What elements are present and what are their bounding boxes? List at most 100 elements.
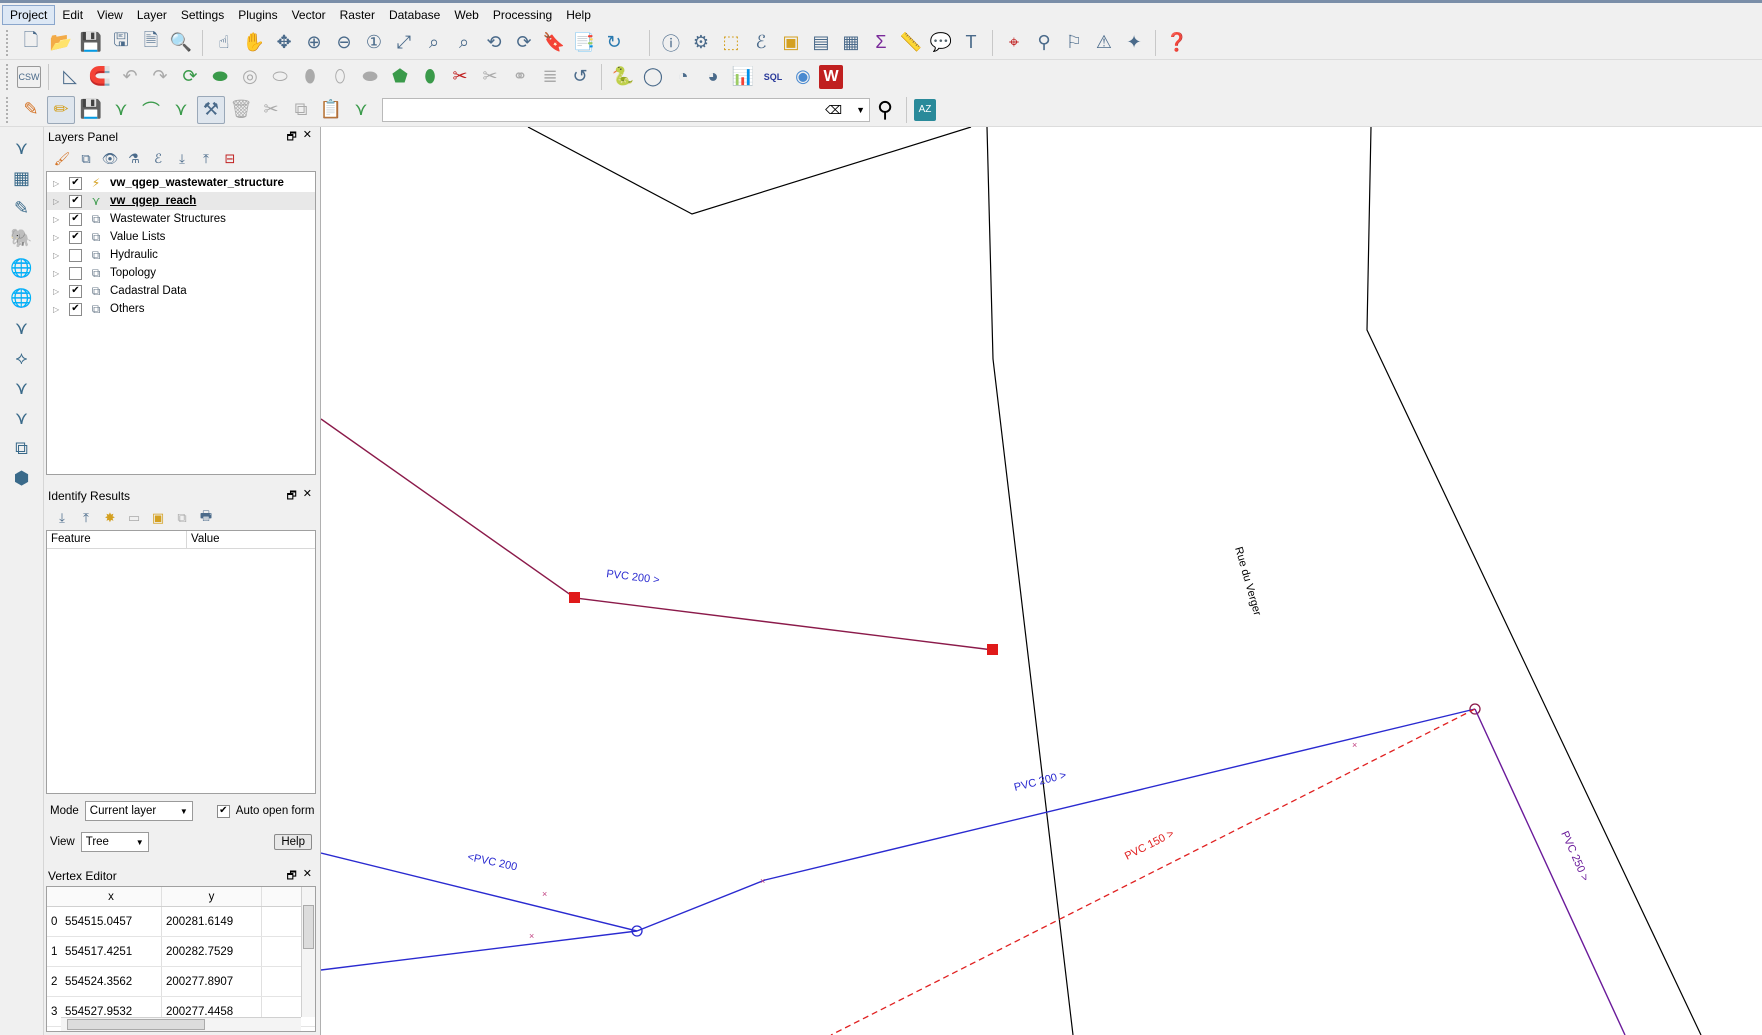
reach-line-dashed[interactable] <box>830 708 1476 1035</box>
show-statistical-summary-icon[interactable]: Σ <box>867 29 895 57</box>
print-icon[interactable]: 🖶 <box>196 508 216 528</box>
rotate-point-symbols-icon[interactable]: ↺ <box>566 63 594 91</box>
cadastral-parcel-line[interactable] <box>986 127 1074 1035</box>
identify-features-icon[interactable]: ⓘ <box>657 29 685 57</box>
menu-raster[interactable]: Raster <box>333 6 382 24</box>
expand-arrow-icon[interactable]: ▷ <box>53 287 65 296</box>
horizontal-scrollbar[interactable] <box>61 1017 301 1031</box>
clear-results-icon[interactable]: ▭ <box>124 508 144 528</box>
layer-item[interactable]: ▷ ✔ ⚡ vw_qgep_wastewater_structure <box>47 174 315 192</box>
add-group-icon[interactable]: ⧉ <box>76 149 96 169</box>
add-circular-string-icon[interactable]: ⌒ <box>137 96 165 124</box>
menu-settings[interactable]: Settings <box>174 6 231 24</box>
checkbox-icon[interactable] <box>69 248 82 262</box>
add-virtual-layer-icon[interactable]: ⧉ <box>6 434 38 462</box>
layer-styling-icon[interactable]: 🖌 <box>52 149 72 169</box>
search-combobox[interactable]: ⌫ ▼ <box>382 97 870 122</box>
reshape-features-icon[interactable]: ⬟ <box>386 63 414 91</box>
menu-edit[interactable]: Edit <box>55 6 90 24</box>
expand-arrow-icon[interactable]: ▷ <box>53 269 65 278</box>
search-icon[interactable]: ⚲ <box>871 96 899 124</box>
add-feature-icon[interactable]: ⋎ <box>107 96 135 124</box>
remove-layer-icon[interactable]: ⊟ <box>220 149 240 169</box>
select-features-icon[interactable]: ⬚ <box>717 29 745 57</box>
add-wfs-layer-icon[interactable]: ⋎ <box>6 314 38 342</box>
rotate-feature-icon[interactable]: ⟳ <box>176 63 204 91</box>
split-features-icon[interactable]: ✂ <box>446 63 474 91</box>
layer-item[interactable]: ▷ ✔ ⋎ vw_qgep_reach <box>47 192 315 210</box>
auto-open-form-checkbox[interactable]: ✔ Auto open form <box>213 804 314 818</box>
snapping-options-icon[interactable]: ◺ <box>56 63 84 91</box>
expand-arrow-icon[interactable]: ▷ <box>53 251 65 260</box>
vertical-scrollbar[interactable] <box>301 887 315 1017</box>
toolbar-grip[interactable] <box>6 63 10 90</box>
delete-selected-icon[interactable]: 🗑 <box>227 96 255 124</box>
add-wms-layer-icon[interactable]: 🌐 <box>6 254 38 282</box>
layer-item[interactable]: ▷ ✔ ⧉ Value Lists <box>47 228 315 246</box>
globe-icon[interactable]: ◯ <box>639 63 667 91</box>
new-print-composer-icon[interactable]: 🗎 <box>137 29 165 57</box>
manage-visibility-icon[interactable]: 👁 <box>100 149 120 169</box>
new-bookmark-icon[interactable]: 🔖 <box>540 29 568 57</box>
save-as-icon[interactable]: 🖫 <box>107 29 135 57</box>
split-parts-icon[interactable]: ✂ <box>476 63 504 91</box>
float-panel-icon[interactable]: 🗗 <box>286 487 296 506</box>
column-header-x[interactable]: x <box>61 887 162 906</box>
table-row[interactable]: 1 554517.4251 200282.7529 <box>47 937 315 967</box>
zoom-full-icon[interactable]: ⤢ <box>390 29 418 57</box>
add-raster-layer-icon[interactable]: ▦ <box>6 164 38 192</box>
clear-search-icon[interactable]: ⌫ <box>825 103 842 117</box>
cell-y[interactable]: 200281.6149 <box>162 907 262 936</box>
wastewater-structure-node[interactable] <box>569 592 580 603</box>
paste-features-icon[interactable]: 📋 <box>317 96 345 124</box>
cell-x[interactable]: 554517.4251 <box>61 937 162 966</box>
zoom-in-icon[interactable]: ⊕ <box>300 29 328 57</box>
composer-manager-icon[interactable]: 🔍 <box>167 29 195 57</box>
expand-all-icon[interactable]: ⤓ <box>172 149 192 169</box>
checkbox-icon[interactable]: ✔ <box>69 176 82 190</box>
add-ring-icon[interactable]: ◎ <box>236 63 264 91</box>
chevron-down-icon[interactable]: ▼ <box>856 105 865 115</box>
float-panel-icon[interactable]: 🗗 <box>286 867 296 886</box>
network-icon[interactable]: ✦ <box>1120 29 1148 57</box>
profile-tool-icon[interactable]: 📊 <box>729 63 757 91</box>
checkbox-icon[interactable] <box>69 266 82 280</box>
add-wcs-layer-icon[interactable]: 🌐 <box>6 284 38 312</box>
copy-attributes-icon[interactable]: ⧉ <box>172 508 192 528</box>
wastewater-structure-node[interactable] <box>987 644 998 655</box>
add-vector-layer-icon[interactable]: ⋎ <box>6 134 38 162</box>
pan-to-selection-icon[interactable]: ✥ <box>270 29 298 57</box>
menu-help[interactable]: Help <box>559 6 598 24</box>
expand-arrow-icon[interactable]: ▷ <box>53 197 65 206</box>
time-manager-icon[interactable]: ◔ <box>669 63 697 91</box>
reach-line[interactable] <box>636 708 1476 932</box>
layer-item[interactable]: ▷ ⧉ Topology <box>47 264 315 282</box>
delete-ring-icon[interactable]: ⬯ <box>326 63 354 91</box>
vertex-marker[interactable]: × <box>760 876 765 886</box>
cell-x[interactable]: 554515.0457 <box>61 907 162 936</box>
column-header-y[interactable]: y <box>162 887 262 906</box>
toolbar-grip[interactable] <box>6 96 10 123</box>
node-tool-icon[interactable]: ⚒ <box>197 95 225 124</box>
expand-arrow-icon[interactable]: ▷ <box>53 305 65 314</box>
cut-features-icon[interactable]: ✂ <box>257 96 285 124</box>
cadastral-parcel-line[interactable] <box>1366 127 1702 1035</box>
copy-features-icon[interactable]: ⧉ <box>287 96 315 124</box>
topology-checker-icon[interactable]: ⚠ <box>1090 29 1118 57</box>
open-project-icon[interactable]: 📂 <box>47 29 75 57</box>
simplify-feature-icon[interactable]: ⬬ <box>206 63 234 91</box>
save-layer-edits-icon[interactable]: 💾 <box>77 96 105 124</box>
pan-icon[interactable]: ✋ <box>240 29 268 57</box>
checkbox-icon[interactable]: ✔ <box>69 302 82 316</box>
gauge-icon[interactable]: ◕ <box>699 63 727 91</box>
table-row[interactable]: 2 554524.3562 200277.8907 <box>47 967 315 997</box>
vertex-marker[interactable]: × <box>542 889 547 899</box>
zoom-native-icon[interactable]: ① <box>360 29 388 57</box>
zoom-out-icon[interactable]: ⊖ <box>330 29 358 57</box>
expand-arrow-icon[interactable]: ▷ <box>53 233 65 242</box>
zoom-to-layer-icon[interactable]: ⌕ <box>450 29 478 57</box>
toggle-editing-icon[interactable]: ✏ <box>47 95 75 124</box>
az-sort-icon[interactable]: AZ <box>914 98 936 121</box>
run-feature-action-icon[interactable]: ⚙ <box>687 29 715 57</box>
move-feature-icon[interactable]: ⋎ <box>167 96 195 124</box>
